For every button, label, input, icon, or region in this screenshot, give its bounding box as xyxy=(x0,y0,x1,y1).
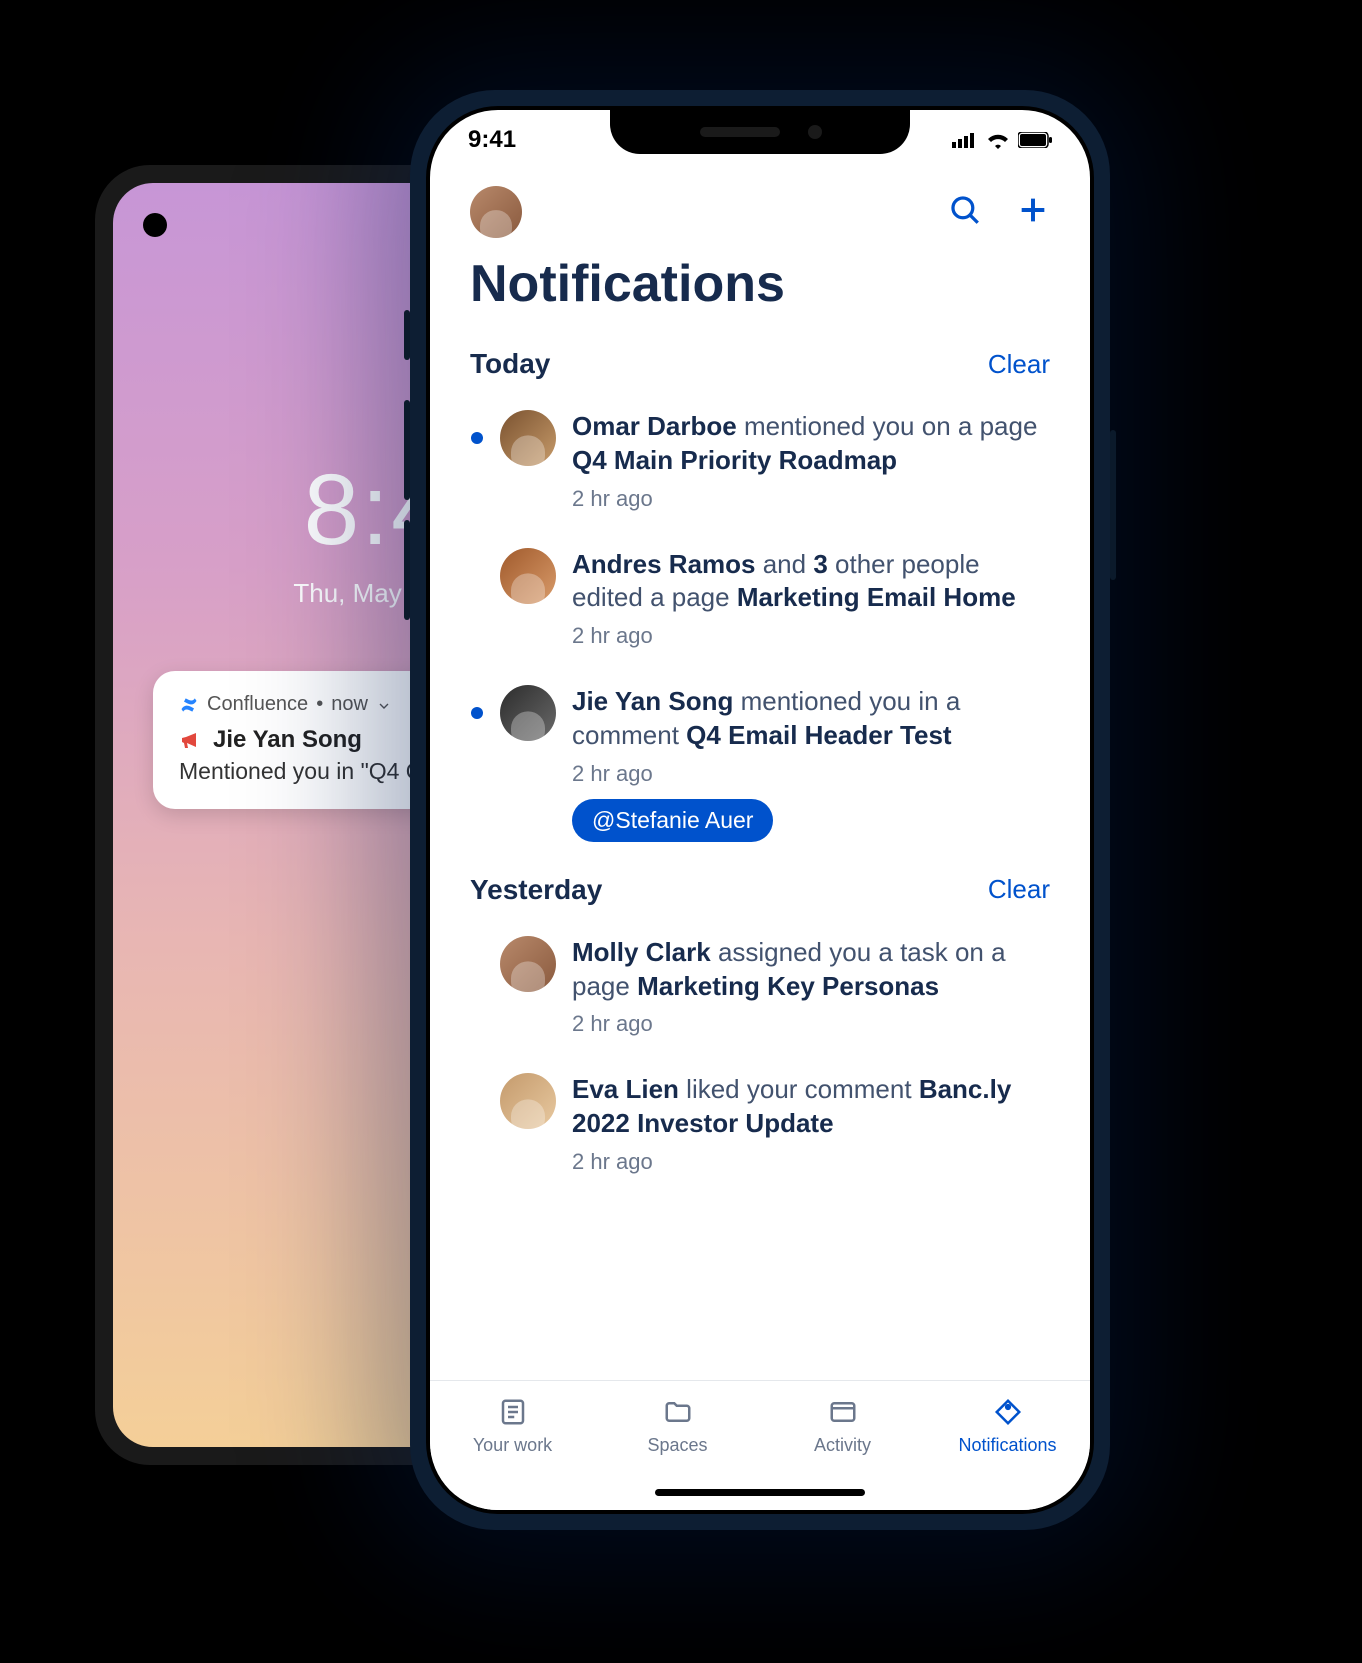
chevron-down-icon[interactable] xyxy=(376,697,392,713)
notification-time: 2 hr ago xyxy=(572,761,1050,787)
page-title: Notifications xyxy=(430,248,1090,338)
status-time: 9:41 xyxy=(468,126,516,154)
avatar xyxy=(500,410,556,466)
iphone-side-button xyxy=(1110,430,1116,580)
home-indicator[interactable] xyxy=(655,1489,865,1496)
notification-text: Omar Darboe mentioned you on a page Q4 M… xyxy=(572,410,1050,478)
target-name: Q4 Main Priority Roadmap xyxy=(572,445,897,475)
avatar xyxy=(500,936,556,992)
tab-label: Activity xyxy=(814,1435,871,1456)
window-icon xyxy=(826,1395,860,1429)
avatar xyxy=(500,1073,556,1129)
notification-item[interactable]: Molly Clark assigned you a task on a pag… xyxy=(470,922,1050,1060)
actor-name: Molly Clark xyxy=(572,937,711,967)
notification-time: 2 hr ago xyxy=(572,623,1050,649)
wifi-icon xyxy=(986,131,1010,149)
tag-icon xyxy=(991,1395,1025,1429)
actor-name: Eva Lien xyxy=(572,1074,679,1104)
android-notif-app: Confluence xyxy=(207,693,308,716)
section-label-yesterday: Yesterday xyxy=(470,874,602,906)
section-head-yesterday: Yesterday Clear xyxy=(430,864,1090,922)
bullet-separator: • xyxy=(316,693,323,716)
app-header xyxy=(430,170,1090,248)
confluence-icon xyxy=(179,695,199,715)
iphone-mute-switch xyxy=(404,310,410,360)
android-notif-title: Jie Yan Song xyxy=(213,726,362,754)
today-list: Omar Darboe mentioned you on a page Q4 M… xyxy=(430,396,1090,864)
notification-time: 2 hr ago xyxy=(572,486,1050,512)
iphone-notch xyxy=(610,110,910,154)
target-name: Q4 Email Header Test xyxy=(686,720,951,750)
notification-time: 2 hr ago xyxy=(572,1149,1050,1175)
search-icon[interactable] xyxy=(948,193,982,232)
tab-notifications[interactable]: Notifications xyxy=(925,1395,1090,1456)
notification-text: Jie Yan Song mentioned you in a comment … xyxy=(572,685,1050,753)
bottom-tab-bar: Your work Spaces Activity xyxy=(430,1380,1090,1510)
section-label-today: Today xyxy=(470,348,550,380)
folder-icon xyxy=(661,1395,695,1429)
iphone-volume-down xyxy=(404,520,410,620)
battery-icon xyxy=(1018,132,1052,148)
megaphone-icon xyxy=(179,728,203,752)
iphone-screen: 9:41 xyxy=(430,110,1090,1510)
notification-item[interactable]: Eva Lien liked your comment Banc.ly 2022… xyxy=(470,1059,1050,1197)
iphone-frame: 9:41 xyxy=(410,90,1110,1530)
notification-item[interactable]: Omar Darboe mentioned you on a page Q4 M… xyxy=(470,396,1050,534)
actor-name: Omar Darboe xyxy=(572,411,737,441)
actor-name: Andres Ramos xyxy=(572,549,756,579)
mention-pill[interactable]: @Stefanie Auer xyxy=(572,799,773,842)
tab-spaces[interactable]: Spaces xyxy=(595,1395,760,1456)
tab-activity[interactable]: Activity xyxy=(760,1395,925,1456)
android-camera-hole xyxy=(143,213,167,237)
tab-label: Notifications xyxy=(958,1435,1056,1456)
unread-dot-icon xyxy=(471,707,483,719)
create-icon[interactable] xyxy=(1016,193,1050,232)
unread-dot-icon xyxy=(471,432,483,444)
section-head-today: Today Clear xyxy=(430,338,1090,396)
clear-yesterday-button[interactable]: Clear xyxy=(988,874,1050,905)
notification-text: Eva Lien liked your comment Banc.ly 2022… xyxy=(572,1073,1050,1141)
notification-text: Molly Clark assigned you a task on a pag… xyxy=(572,936,1050,1004)
cellular-signal-icon xyxy=(952,132,978,148)
notification-item[interactable]: Jie Yan Song mentioned you in a comment … xyxy=(470,671,1050,864)
document-icon xyxy=(496,1395,530,1429)
avatar xyxy=(500,548,556,604)
android-notif-time: now xyxy=(331,693,368,716)
notification-item[interactable]: Andres Ramos and 3 other people edited a… xyxy=(470,534,1050,672)
profile-avatar[interactable] xyxy=(470,186,522,238)
notification-text: Andres Ramos and 3 other people edited a… xyxy=(572,548,1050,616)
tab-your-work[interactable]: Your work xyxy=(430,1395,595,1456)
target-name: Marketing Key Personas xyxy=(637,971,939,1001)
tab-label: Spaces xyxy=(647,1435,707,1456)
tab-label: Your work xyxy=(473,1435,552,1456)
yesterday-list: Molly Clark assigned you a task on a pag… xyxy=(430,922,1090,1197)
avatar xyxy=(500,685,556,741)
notification-time: 2 hr ago xyxy=(572,1011,1050,1037)
target-name: Marketing Email Home xyxy=(737,582,1016,612)
actor-name: Jie Yan Song xyxy=(572,686,733,716)
iphone-volume-up xyxy=(404,400,410,500)
clear-today-button[interactable]: Clear xyxy=(988,349,1050,380)
